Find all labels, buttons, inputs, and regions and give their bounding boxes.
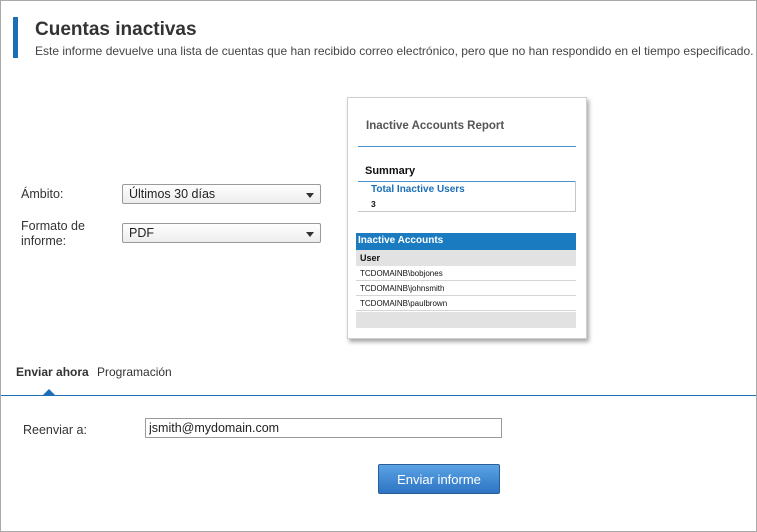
preview-table-footer bbox=[356, 312, 576, 328]
resend-to-input[interactable] bbox=[145, 418, 502, 438]
preview-total-label: Total Inactive Users bbox=[371, 184, 465, 195]
scope-label: Ámbito: bbox=[21, 187, 64, 201]
resend-to-label: Reenviar a: bbox=[23, 423, 87, 437]
send-report-button[interactable]: Enviar informe bbox=[378, 464, 500, 494]
preview-table-row: TCDOMAINB\johnsmith bbox=[356, 281, 576, 296]
page-description: Este informe devuelve una lista de cuent… bbox=[35, 44, 754, 58]
preview-report-title: Inactive Accounts Report bbox=[366, 120, 505, 132]
format-select[interactable]: PDF bbox=[122, 223, 321, 243]
format-select-value: PDF bbox=[129, 226, 154, 240]
preview-column-header: User bbox=[356, 250, 576, 266]
preview-summary-heading: Summary bbox=[365, 165, 416, 177]
format-label: Formato de informe: bbox=[21, 219, 85, 248]
chevron-down-icon bbox=[306, 232, 314, 237]
tab-send-now[interactable]: Enviar ahora bbox=[16, 365, 89, 379]
tab-divider bbox=[1, 395, 756, 396]
scope-select-value: Últimos 30 días bbox=[129, 187, 216, 201]
header-accent-bar bbox=[13, 17, 18, 58]
preview-table-row: TCDOMAINB\bobjones bbox=[356, 266, 576, 281]
page-title: Cuentas inactivas bbox=[35, 19, 197, 40]
chevron-down-icon bbox=[306, 193, 314, 198]
preview-total-value: 3 bbox=[371, 199, 376, 209]
preview-section-header: Inactive Accounts bbox=[356, 233, 576, 250]
tab-schedule[interactable]: Programación bbox=[97, 365, 172, 379]
preview-divider bbox=[358, 146, 576, 147]
scope-select[interactable]: Últimos 30 días bbox=[122, 184, 321, 204]
report-preview: Inactive Accounts Report Summary Total I… bbox=[347, 97, 587, 339]
preview-table-row: TCDOMAINB\paulbrown bbox=[356, 296, 576, 311]
